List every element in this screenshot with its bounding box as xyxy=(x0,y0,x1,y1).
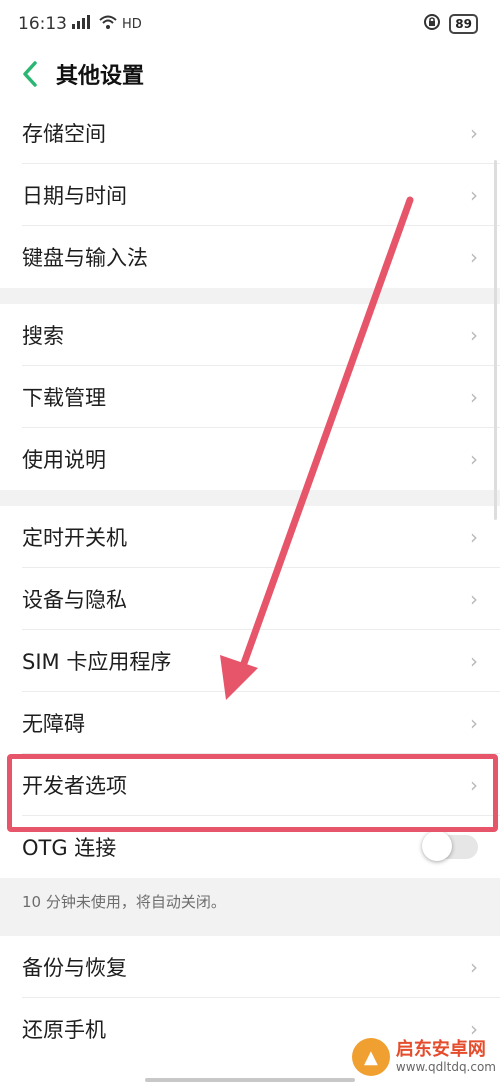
watermark: ▲ 启东安卓网 www.qdltdq.com xyxy=(351,1038,496,1076)
watermark-url: www.qdltdq.com xyxy=(395,1060,496,1074)
watermark-text: 启东安卓网 www.qdltdq.com xyxy=(395,1039,496,1075)
watermark-title: 启东安卓网 xyxy=(395,1039,486,1060)
home-indicator[interactable] xyxy=(145,1078,355,1082)
annotation-arrow-icon xyxy=(220,196,414,700)
watermark-logo-icon: ▲ xyxy=(351,1038,390,1076)
